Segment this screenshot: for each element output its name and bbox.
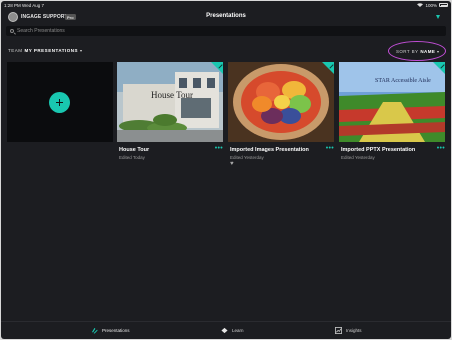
house-photo: House Tour: [117, 62, 223, 142]
filter-icon[interactable]: [436, 15, 440, 19]
card-title[interactable]: Imported PPTX Presentation: [341, 147, 415, 153]
team-label: TEAM: [8, 48, 23, 53]
battery-icon: [439, 3, 448, 7]
tab-insights[interactable]: Insights: [335, 327, 362, 334]
new-presentation-card[interactable]: [7, 62, 113, 142]
card-title[interactable]: House Tour: [119, 147, 149, 153]
sort-highlight-circle: SORT BY NAME: [388, 41, 446, 61]
search-input[interactable]: [17, 26, 437, 36]
status-time: 1:28 PM: [4, 2, 21, 8]
field-photo: STAR Accessible Aisle: [339, 62, 445, 142]
learn-icon: [221, 327, 228, 334]
tab-learn[interactable]: Learn: [221, 327, 244, 334]
sort-selector[interactable]: SORT BY NAME: [396, 49, 440, 54]
org-name[interactable]: INGAGE SUPPORT: [21, 14, 68, 20]
thumbnail-image[interactable]: STAR Accessible Aisle: [339, 62, 445, 142]
chevron-down-icon: [437, 50, 440, 53]
card-subtitle: Edited Yesterday: [230, 155, 264, 160]
tab-bar: Presentations Learn Insights: [1, 321, 451, 339]
thumbnail-title: STAR Accessible Aisle: [375, 78, 431, 84]
thumbnail-image[interactable]: [228, 62, 334, 142]
fruit-photo: [228, 62, 334, 142]
wifi-icon: [417, 3, 424, 7]
chevron-down-icon: [80, 49, 83, 52]
presentations-icon: [91, 327, 98, 334]
status-date: Wed Aug 7: [22, 2, 44, 8]
status-bar: 1:28 PM Wed Aug 7 100%: [1, 1, 451, 9]
tab-label: Insights: [346, 328, 362, 333]
battery-percent: 100%: [425, 2, 437, 8]
tab-label: Presentations: [102, 328, 130, 333]
sort-value: NAME: [420, 49, 436, 54]
card-title[interactable]: Imported Images Presentation: [230, 147, 309, 153]
pro-badge: Pro: [65, 14, 76, 20]
more-options-icon[interactable]: •••: [215, 145, 223, 152]
more-options-icon[interactable]: •••: [326, 145, 334, 152]
card-subtitle: Edited Today: [119, 155, 145, 160]
sort-label: SORT BY: [396, 49, 419, 54]
tab-label: Learn: [232, 328, 244, 333]
team-selector[interactable]: TEAM MY PRESENTATIONS: [8, 48, 83, 53]
thumbnail-image[interactable]: House Tour: [117, 62, 223, 142]
thumbnail-title: House Tour: [151, 90, 193, 100]
insights-icon: [335, 327, 342, 334]
avatar[interactable]: [8, 12, 18, 22]
search-icon: [10, 28, 14, 33]
more-options-icon[interactable]: •••: [437, 145, 445, 152]
team-value: MY PRESENTATIONS: [24, 48, 79, 53]
add-presentation-button[interactable]: [49, 92, 70, 113]
search-bar[interactable]: [6, 26, 446, 36]
tab-presentations[interactable]: Presentations: [91, 327, 130, 334]
app-window: 1:28 PM Wed Aug 7 100% INGAGE SUPPORT Pr…: [1, 1, 451, 339]
top-bar: INGAGE SUPPORT Pro Presentations: [1, 9, 451, 25]
card-subtitle: Edited Yesterday: [341, 155, 375, 160]
favorite-heart-icon[interactable]: ♥: [230, 161, 234, 167]
